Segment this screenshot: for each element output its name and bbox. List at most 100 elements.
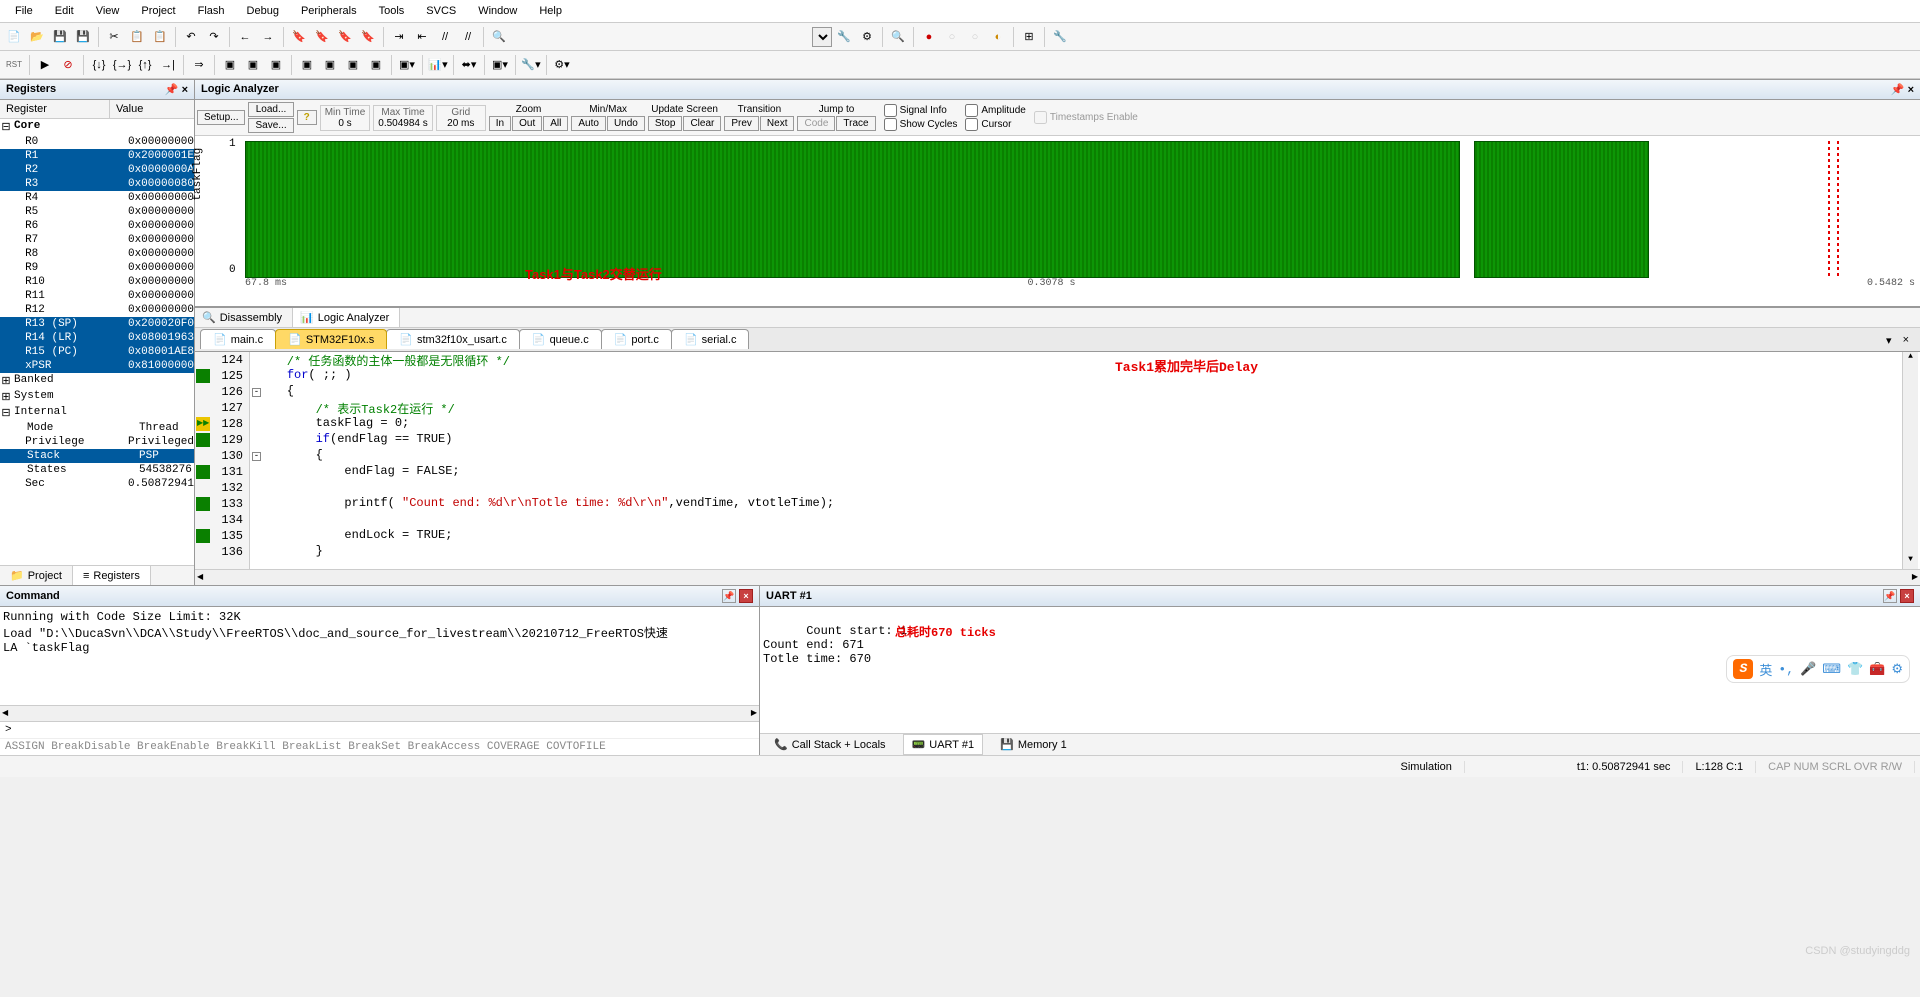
trace-window-icon[interactable]: ⬌▾ [458, 54, 480, 76]
cut-icon[interactable]: ✂ [103, 26, 125, 48]
step-out-icon[interactable]: {↑} [134, 54, 156, 76]
menu-project[interactable]: Project [131, 2, 185, 20]
stop-icon[interactable]: ⊘ [57, 54, 79, 76]
symbols-window-icon[interactable]: ▣ [265, 54, 287, 76]
open-file-icon[interactable]: 📂 [26, 26, 48, 48]
menu-debug[interactable]: Debug [237, 2, 289, 20]
la-auto-button[interactable]: Auto [571, 116, 606, 131]
step-into-icon[interactable]: {↓} [88, 54, 110, 76]
la-amplitude-check[interactable]: Amplitude [965, 104, 1025, 117]
command-output[interactable]: Running with Code Size Limit: 32K Load "… [0, 607, 759, 705]
menu-window[interactable]: Window [468, 2, 527, 20]
bookmark-prev-icon[interactable]: 🔖 [311, 26, 333, 48]
register-row[interactable]: R15 (PC)0x08001AE8 [0, 345, 194, 359]
memory-tab[interactable]: 💾 Memory 1 [991, 734, 1076, 755]
register-row[interactable]: R90x00000000 [0, 261, 194, 275]
la-chart[interactable]: taskFlag 1 0 67.8 ms 0.3078 s 0.5482 s s… [195, 136, 1920, 306]
memory-window-icon[interactable]: ▣ [365, 54, 387, 76]
registers-window-icon[interactable]: ▣ [296, 54, 318, 76]
toolbox-icon[interactable]: 🔧▾ [520, 54, 542, 76]
disassembly-window-icon[interactable]: ▣ [242, 54, 264, 76]
menu-flash[interactable]: Flash [188, 2, 235, 20]
comment-icon[interactable]: // [434, 26, 456, 48]
outdent-icon[interactable]: ⇤ [411, 26, 433, 48]
register-row[interactable]: R20x0000000A [0, 163, 194, 177]
register-row[interactable]: R40x00000000 [0, 191, 194, 205]
menu-svcs[interactable]: SVCS [416, 2, 466, 20]
save-all-icon[interactable]: 💾 [72, 26, 94, 48]
register-row[interactable]: R100x00000000 [0, 275, 194, 289]
register-row[interactable]: R00x00000000 [0, 135, 194, 149]
la-next-button[interactable]: Next [760, 116, 795, 131]
code-content[interactable]: /* 任务函数的主体一般都是无限循环 */ for( ;; ) { /* 表示T… [250, 352, 1920, 569]
watch-window-icon[interactable]: ▣ [342, 54, 364, 76]
la-show-cycles-check[interactable]: Show Cycles [884, 118, 958, 131]
registers-pin-icon[interactable]: 📌 × [165, 83, 188, 96]
new-file-icon[interactable]: 📄 [3, 26, 25, 48]
la-trace-button[interactable]: Trace [836, 116, 875, 131]
system-viewer-icon[interactable]: ▣▾ [489, 54, 511, 76]
breakpoint-enable-icon[interactable]: ○ [941, 26, 963, 48]
callstack-window-icon[interactable]: ▣ [319, 54, 341, 76]
bookmark-icon[interactable]: 🔖 [288, 26, 310, 48]
reg-header-value[interactable]: Value [110, 100, 194, 118]
code-scrollbar-h[interactable]: ◀ ▶ [195, 569, 1920, 585]
register-row[interactable]: R60x00000000 [0, 219, 194, 233]
bookmark-clear-icon[interactable]: 🔖 [357, 26, 379, 48]
serial-window-icon[interactable]: ▣▾ [396, 54, 418, 76]
la-undo-button[interactable]: Undo [607, 116, 645, 131]
register-group[interactable]: ⊟Internal [0, 405, 194, 421]
registers-tab[interactable]: ≡ Registers [73, 566, 151, 585]
la-setup-button[interactable]: Setup... [197, 110, 245, 125]
register-row[interactable]: R120x00000000 [0, 303, 194, 317]
ime-toolbar[interactable]: S 英 •, 🎤 ⌨ 👕 🧰 ⚙ [1726, 655, 1910, 683]
breakpoint-insert-icon[interactable]: ● [918, 26, 940, 48]
uart-tab[interactable]: 📟 UART #1 [903, 734, 984, 755]
window-icon[interactable]: ⊞ [1018, 26, 1040, 48]
run-icon[interactable]: ▶ [34, 54, 56, 76]
project-tab[interactable]: 📁 Project [0, 566, 73, 585]
register-row[interactable]: R70x00000000 [0, 233, 194, 247]
register-row[interactable]: R30x00000080 [0, 177, 194, 191]
la-load-button[interactable]: Load... [248, 102, 293, 117]
menu-view[interactable]: View [86, 2, 130, 20]
menu-edit[interactable]: Edit [45, 2, 84, 20]
menu-peripherals[interactable]: Peripherals [291, 2, 367, 20]
register-row[interactable]: R10x2000001E [0, 149, 194, 163]
la-save-button[interactable]: Save... [248, 118, 293, 133]
command-input[interactable]: > [0, 721, 759, 738]
la-stop-button[interactable]: Stop [648, 116, 683, 131]
register-row[interactable]: xPSR0x81000000 [0, 359, 194, 373]
la-prev-button[interactable]: Prev [724, 116, 759, 131]
la-zoom-out-button[interactable]: Out [512, 116, 542, 131]
registers-tree[interactable]: ⊟Core R00x00000000R10x2000001ER20x000000… [0, 119, 194, 565]
paste-icon[interactable]: 📋 [149, 26, 171, 48]
command-window-icon[interactable]: ▣ [219, 54, 241, 76]
la-signal-info-check[interactable]: Signal Info [884, 104, 958, 117]
uart-pin-icon[interactable]: 📌 [1883, 589, 1897, 603]
analysis-window-icon[interactable]: 📊▾ [427, 54, 449, 76]
file-tab-usart[interactable]: 📄 stm32f10x_usart.c [386, 329, 520, 349]
find-icon[interactable]: 🔍 [488, 26, 510, 48]
debug-settings-icon[interactable]: ⚙▾ [551, 54, 573, 76]
command-close-icon[interactable]: × [739, 589, 753, 603]
uart-output[interactable]: Count start: 1 Count end: 671 Totle time… [760, 607, 1920, 733]
register-row[interactable]: R50x00000000 [0, 205, 194, 219]
bookmark-next-icon[interactable]: 🔖 [334, 26, 356, 48]
la-code-button[interactable]: Code [797, 116, 835, 131]
register-row[interactable]: ModeThread [0, 421, 194, 435]
register-row[interactable]: States54538276 [0, 463, 194, 477]
nav-back-icon[interactable]: ← [234, 26, 256, 48]
file-tab-dropdown-icon[interactable]: ▾ [1882, 334, 1896, 347]
uncomment-icon[interactable]: // [457, 26, 479, 48]
ime-voice-icon[interactable]: 🎤 [1800, 662, 1816, 677]
target-options-icon[interactable]: 🔧 [833, 26, 855, 48]
ime-user-icon[interactable]: 👕 [1847, 662, 1863, 677]
file-tab-queue[interactable]: 📄 queue.c [519, 329, 602, 349]
configure-icon[interactable]: 🔧 [1049, 26, 1071, 48]
menu-file[interactable]: File [5, 2, 43, 20]
register-group[interactable]: ⊞Banked [0, 373, 194, 389]
la-cursor-check[interactable]: Cursor [965, 118, 1025, 131]
ime-lang[interactable]: 英 [1759, 660, 1772, 679]
undo-icon[interactable]: ↶ [180, 26, 202, 48]
